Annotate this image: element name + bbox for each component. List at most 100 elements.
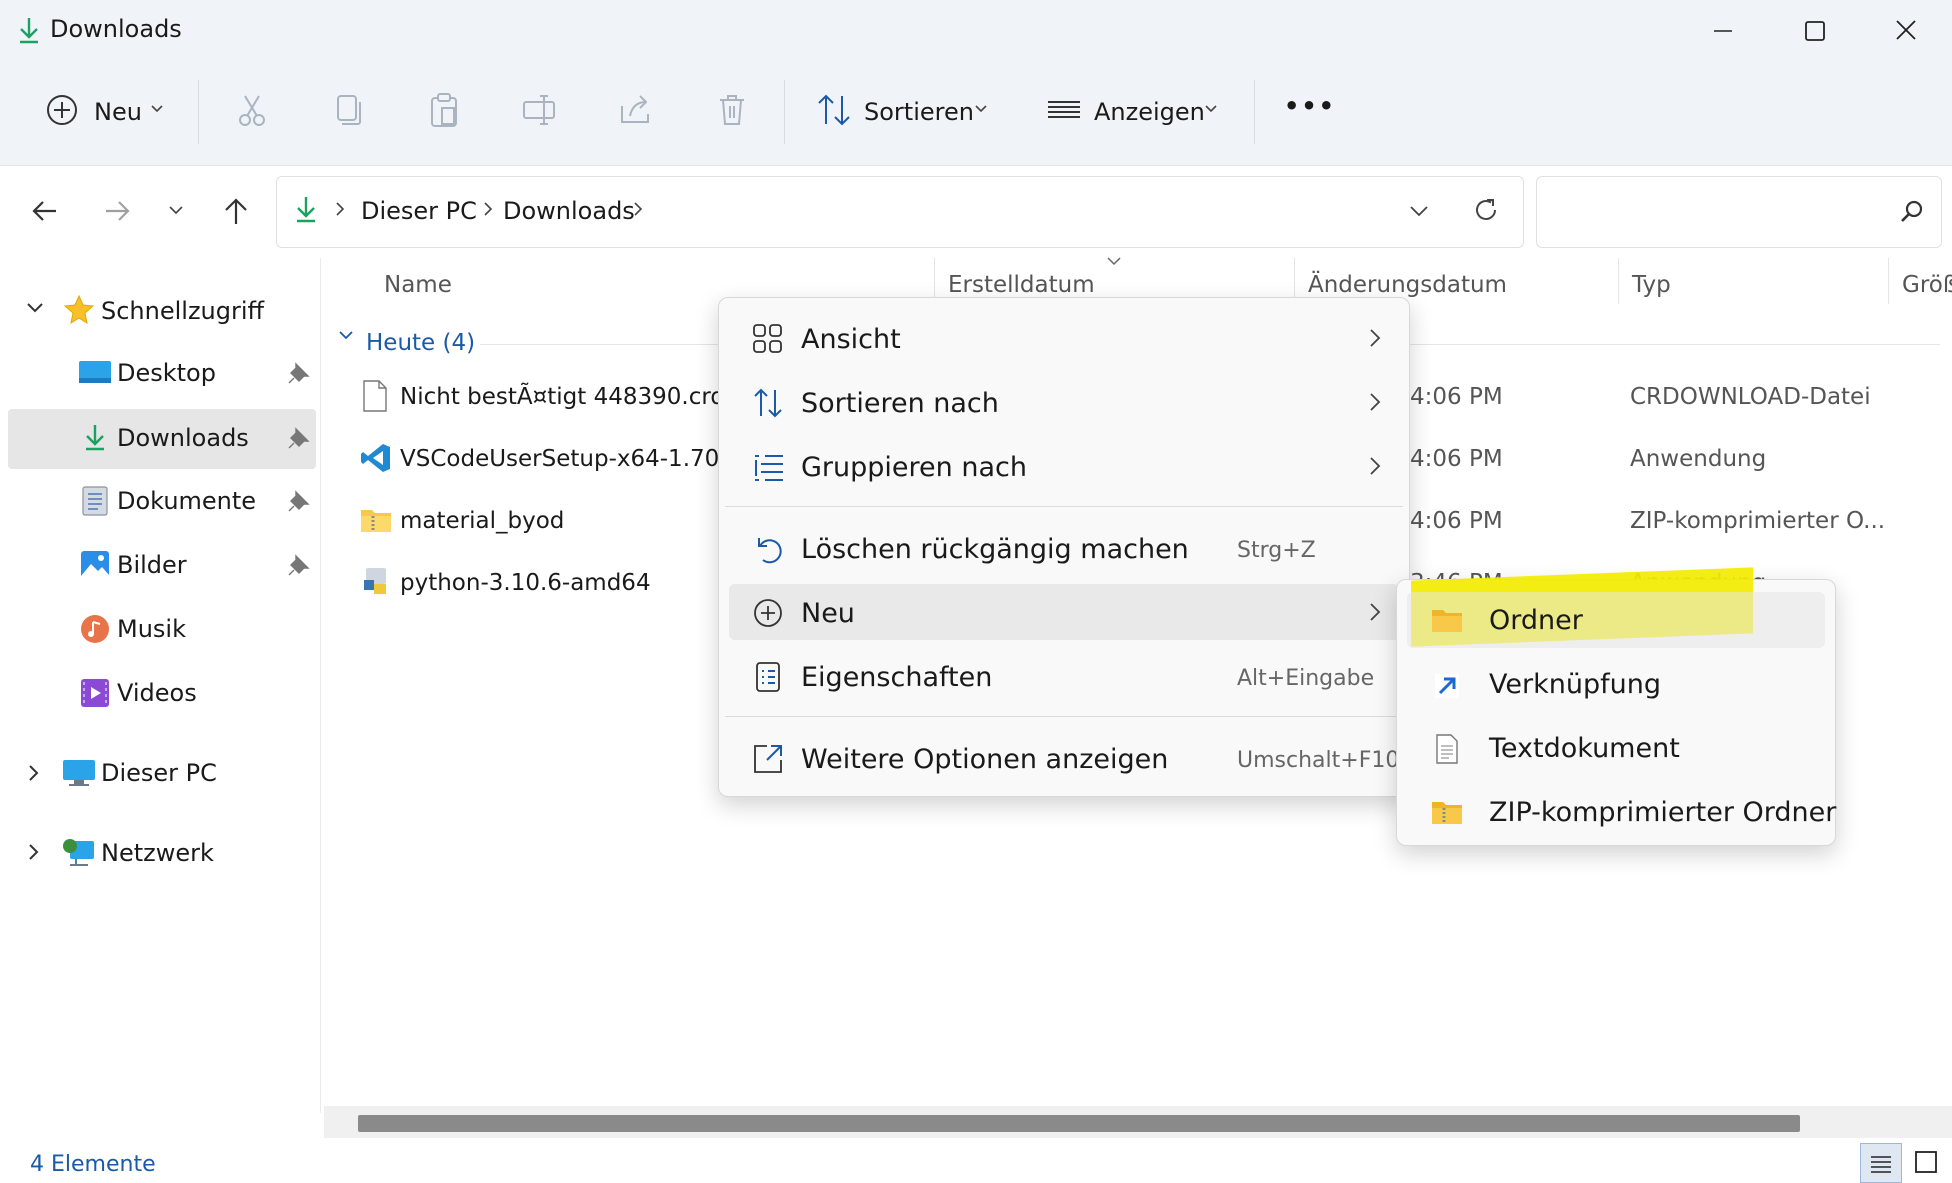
up-arrow-icon[interactable]	[222, 196, 250, 226]
new-plus-icon[interactable]	[42, 90, 82, 130]
chevron-down-icon[interactable]	[1204, 104, 1218, 114]
group-header-today[interactable]: Heute (4)	[366, 330, 475, 356]
maximize-button[interactable]	[1794, 14, 1834, 48]
sort-indicator-chevron-icon	[1106, 256, 1122, 266]
menu-item-more-options[interactable]: Weitere Optionen anzeigen Umschalt+F10	[729, 730, 1399, 786]
column-header-type[interactable]: Typ	[1632, 272, 1671, 298]
menu-item-new[interactable]: Neu	[729, 584, 1399, 640]
recent-locations-chevron-icon[interactable]	[168, 205, 184, 217]
minimize-button[interactable]	[1702, 14, 1742, 48]
share-icon[interactable]	[616, 90, 656, 130]
file-modified-time: 4:06 PM	[1410, 446, 1503, 472]
submenu-item-label: Textdokument	[1489, 733, 1680, 764]
expand-chevron-down-icon[interactable]	[26, 302, 44, 314]
menu-item-group-by[interactable]: Gruppieren nach	[729, 438, 1399, 494]
submenu-item-text-document[interactable]: Textdokument	[1407, 720, 1825, 776]
breadcrumb-separator-icon[interactable]	[633, 201, 643, 217]
expand-chevron-right-icon[interactable]	[28, 764, 40, 782]
sidebar-item-downloads[interactable]: Downloads	[8, 409, 316, 469]
copy-icon[interactable]	[328, 90, 368, 130]
file-type: ZIP-komprimierter O...	[1630, 508, 1886, 534]
file-modified-time: 4:06 PM	[1410, 384, 1503, 410]
sidebar-item-network[interactable]: Netzwerk	[101, 839, 214, 867]
menu-item-label: Löschen rückgängig machen	[801, 534, 1189, 565]
breadcrumb-separator-icon[interactable]	[483, 201, 493, 217]
submenu-chevron-icon	[1369, 456, 1381, 476]
breadcrumb-downloads[interactable]: Downloads	[503, 197, 635, 225]
column-divider[interactable]	[1618, 258, 1619, 304]
delete-icon[interactable]	[712, 90, 752, 130]
view-lines-icon[interactable]	[1044, 90, 1084, 130]
more-options-button[interactable]: •••	[1284, 92, 1336, 120]
cut-icon[interactable]	[232, 90, 272, 130]
file-name: Nicht bestÃ¤tigt 448390.crdow	[400, 384, 758, 410]
column-divider[interactable]	[1888, 258, 1889, 304]
breadcrumb-separator-icon[interactable]	[335, 201, 345, 217]
group-collapse-chevron-icon[interactable]	[338, 330, 354, 342]
pin-icon[interactable]	[288, 427, 310, 449]
paste-icon[interactable]	[424, 90, 464, 130]
tiles-view-button[interactable]	[1906, 1146, 1946, 1180]
chevron-down-icon[interactable]	[974, 104, 988, 114]
search-box[interactable]	[1536, 176, 1942, 248]
chevron-down-icon[interactable]	[150, 104, 164, 114]
quick-access-label[interactable]: Schnellzugriff	[101, 297, 264, 325]
toolbar-divider	[784, 80, 785, 144]
menu-item-view[interactable]: Ansicht	[729, 310, 1399, 366]
sidebar-item-this-pc[interactable]: Dieser PC	[101, 759, 217, 787]
menu-item-label: Ansicht	[801, 324, 901, 355]
folder-icon	[1431, 606, 1463, 636]
pin-icon[interactable]	[288, 554, 310, 576]
back-arrow-icon[interactable]	[30, 198, 60, 224]
sort-icon[interactable]	[814, 90, 854, 130]
column-header-modified[interactable]: Änderungsdatum	[1308, 272, 1507, 298]
videos-icon	[80, 678, 110, 708]
command-bar: Neu Sortieren Anzeigen •••	[0, 60, 1952, 166]
view-button[interactable]: Anzeigen	[1094, 98, 1205, 126]
column-header-name[interactable]: Name	[384, 272, 452, 298]
submenu-item-zip-folder[interactable]: ZIP-komprimierter Ordner	[1407, 784, 1836, 840]
pin-icon[interactable]	[288, 490, 310, 512]
this-pc-icon	[62, 759, 96, 787]
column-header-created[interactable]: Erstelldatum	[948, 272, 1095, 298]
breadcrumb-this-pc[interactable]: Dieser PC	[361, 197, 477, 225]
new-button[interactable]: Neu	[94, 98, 142, 126]
item-count: 4 Elemente	[30, 1152, 156, 1177]
menu-item-sort-by[interactable]: Sortieren nach	[729, 374, 1399, 430]
forward-arrow-icon[interactable]	[102, 198, 132, 224]
submenu-item-shortcut[interactable]: Verknüpfung	[1407, 656, 1825, 712]
vscode-icon	[360, 442, 392, 474]
sidebar-item-label: Dokumente	[117, 487, 257, 515]
address-bar[interactable]: Dieser PC Downloads	[276, 176, 1524, 248]
sidebar-item-label: Bilder	[117, 551, 187, 579]
sidebar-item-label: Downloads	[117, 424, 249, 452]
sidebar-item-documents[interactable]: Dokumente	[8, 472, 316, 532]
menu-item-undo-delete[interactable]: Löschen rückgängig machen Strg+Z	[729, 520, 1399, 576]
search-input[interactable]	[1547, 187, 1891, 237]
sidebar-item-music[interactable]: Musik	[8, 600, 316, 660]
close-button[interactable]	[1886, 14, 1926, 48]
expand-chevron-right-icon[interactable]	[28, 843, 40, 861]
submenu-item-folder[interactable]: Ordner	[1407, 592, 1825, 648]
rename-icon[interactable]	[520, 90, 560, 130]
details-view-button[interactable]	[1860, 1143, 1902, 1183]
sort-button[interactable]: Sortieren	[864, 98, 974, 126]
desktop-icon	[78, 360, 112, 386]
pin-icon[interactable]	[288, 362, 310, 384]
refresh-icon[interactable]	[1473, 197, 1499, 223]
properties-icon	[751, 660, 785, 694]
menu-item-shortcut: Alt+Eingabe	[1237, 666, 1375, 691]
address-history-chevron-icon[interactable]	[1409, 205, 1429, 217]
column-header-size[interactable]: Größ	[1902, 272, 1952, 298]
sidebar-item-pictures[interactable]: Bilder	[8, 536, 316, 596]
menu-item-shortcut: Strg+Z	[1237, 538, 1316, 563]
horizontal-scrollbar-thumb[interactable]	[358, 1115, 1800, 1132]
sidebar-item-videos[interactable]: Videos	[8, 664, 316, 724]
menu-item-properties[interactable]: Eigenschaften Alt+Eingabe	[729, 648, 1399, 704]
sidebar-item-desktop[interactable]: Desktop	[8, 344, 316, 404]
search-icon[interactable]	[1899, 199, 1925, 225]
file-type: Anwendung	[1630, 446, 1767, 472]
sidebar-item-label: Desktop	[117, 359, 216, 387]
download-arrow-icon	[295, 195, 317, 223]
context-menu: Ansicht Sortieren nach Gruppieren nach L…	[718, 297, 1410, 797]
